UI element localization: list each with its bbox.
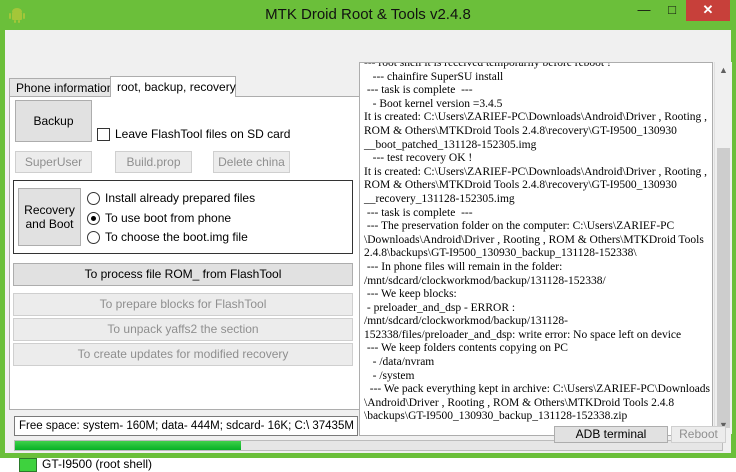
device-status-text: GT-I9500 (root shell) <box>42 457 153 471</box>
log-line: - preloader_and_dsp - ERROR : <box>364 301 516 314</box>
window-title: MTK Droid Root & Tools v2.4.8 <box>265 6 471 23</box>
log-line: /mnt/sdcard/clockworkmod/backup/131128- <box>364 315 568 328</box>
adb-terminal-button[interactable]: ADB terminal <box>554 426 668 443</box>
log-line: 2.4.8\backups\GT-I9500_130930_backup_131… <box>364 247 637 260</box>
log-line: --- We keep blocks: <box>364 288 457 301</box>
log-line: --- task is complete --- <box>364 84 473 97</box>
log-line: --- chainfire SuperSU install <box>364 70 504 83</box>
log-line: /mnt/sdcard/clockworkmod/backup/131128-1… <box>364 274 606 287</box>
log-line: \Downloads\Android\Driver , Rooting , RO… <box>364 233 704 246</box>
free-space-field: Free space: system- 160M; data- 444M; sd… <box>14 416 358 436</box>
maximize-button[interactable]: □ <box>658 0 686 21</box>
delete-china-button[interactable]: Delete china <box>213 151 290 173</box>
log-line: \backups\GT-I9500_130930_backup_131128-1… <box>364 410 628 423</box>
create-updates-button[interactable]: To create updates for modified recovery <box>13 343 353 366</box>
log-line: --- test recovery OK ! <box>364 152 473 165</box>
radio-install-prepared-label: Install already prepared files <box>105 191 256 205</box>
title-bar[interactable]: MTK Droid Root & Tools v2.4.8 — □ ✕ <box>0 0 736 30</box>
log-output[interactable]: --- root shell it is received temporaril… <box>359 62 713 436</box>
backup-button[interactable]: Backup <box>15 100 92 142</box>
log-line: \Android\Driver , Rooting , ROM & Others… <box>364 396 675 409</box>
log-line: --- In phone files will remain in the fo… <box>364 260 563 273</box>
radio-install-prepared[interactable]: Install already prepared files <box>87 191 255 205</box>
recovery-button-line2: and Boot <box>25 217 74 231</box>
scroll-up-icon[interactable]: ▲ <box>715 62 732 79</box>
client-area: Phone information root, backup, recovery… <box>5 30 732 472</box>
log-line: __recovery_131128-152305.img <box>364 192 515 205</box>
log-line: --- task is complete --- <box>364 206 473 219</box>
tab-phone-information[interactable]: Phone information <box>9 78 117 97</box>
radio-dot[interactable] <box>87 230 100 244</box>
log-line: ROM & Others\MTKDroid Tools 2.4.8\recove… <box>364 179 677 192</box>
scroll-thumb[interactable] <box>717 148 730 428</box>
leave-flashtool-checkbox[interactable]: Leave FlashTool files on SD card <box>97 127 290 141</box>
log-line: __boot_patched_131128-152305.img <box>364 138 537 151</box>
log-lines: --- root shell it is received temporaril… <box>364 62 711 424</box>
radio-dot[interactable] <box>87 191 100 205</box>
buildprop-button[interactable]: Build.prop <box>115 151 192 173</box>
prepare-blocks-button[interactable]: To prepare blocks for FlashTool <box>13 293 353 316</box>
radio-choose-boot-img[interactable]: To choose the boot.img file <box>87 230 248 244</box>
unpack-yaffs-button[interactable]: To unpack yaffs2 the section <box>13 318 353 341</box>
process-rom-button[interactable]: To process file ROM_ from FlashTool <box>13 263 353 286</box>
log-line: --- We keep folders contents copying on … <box>364 342 568 355</box>
progress-fill <box>15 441 241 450</box>
log-line: It is created: C:\Users\ZARIEF-PC\Downlo… <box>364 165 708 178</box>
superuser-button[interactable]: SuperUser <box>15 151 92 173</box>
checkbox-box[interactable] <box>97 127 110 141</box>
leave-flashtool-label: Leave FlashTool files on SD card <box>115 127 291 141</box>
log-line: It is created: C:\Users\ZARIEF-PC\Downlo… <box>364 111 708 124</box>
radio-boot-from-phone[interactable]: To use boot from phone <box>87 211 231 225</box>
log-line: - /data/nvram <box>364 356 435 369</box>
log-line: - Boot kernel version =3.4.5 <box>364 97 503 110</box>
log-line: --- root shell it is received temporaril… <box>364 62 611 69</box>
radio-choose-boot-img-label: To choose the boot.img file <box>105 230 248 244</box>
recovery-button-line1: Recovery <box>24 203 75 217</box>
radio-dot-selected[interactable] <box>87 211 100 225</box>
tab-root-backup-recovery[interactable]: root, backup, recovery <box>110 76 236 97</box>
recovery-and-boot-button[interactable]: Recovery and Boot <box>18 188 81 246</box>
radio-boot-from-phone-label: To use boot from phone <box>105 211 232 225</box>
log-line: --- We pack everything kept in archive: … <box>364 383 711 396</box>
recovery-group: Recovery and Boot Install already prepar… <box>13 180 353 254</box>
log-scrollbar[interactable]: ▲ ▼ <box>714 62 732 434</box>
tab-panel: Backup Leave FlashTool files on SD card … <box>9 96 363 410</box>
log-line: --- The preservation folder on the compu… <box>364 220 675 233</box>
device-status-led <box>19 458 37 472</box>
log-line: ROM & Others\MTKDroid Tools 2.4.8\recove… <box>364 124 677 137</box>
log-line: 152338/files/preloader_and_dsp: write er… <box>364 328 682 341</box>
minimize-button[interactable]: — <box>630 0 658 21</box>
log-line: - /system <box>364 369 415 382</box>
close-button[interactable]: ✕ <box>686 0 730 21</box>
main-window: MTK Droid Root & Tools v2.4.8 — □ ✕ Phon… <box>0 0 736 472</box>
reboot-button[interactable]: Reboot <box>671 426 726 443</box>
